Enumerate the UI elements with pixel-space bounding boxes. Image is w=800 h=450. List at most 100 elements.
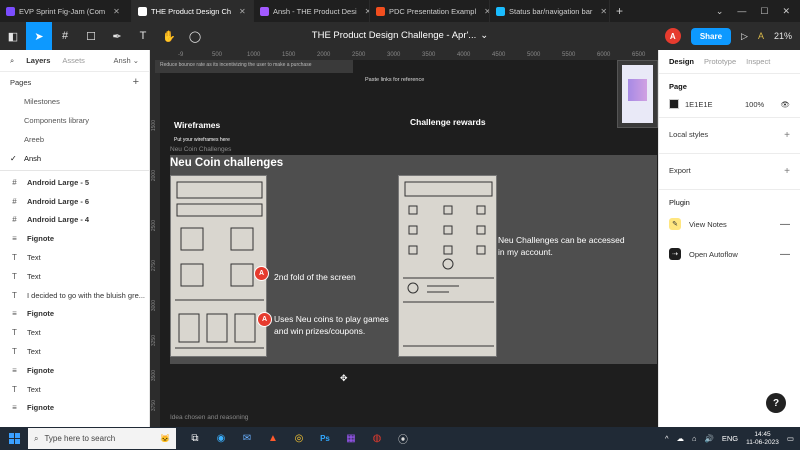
tab-prototype[interactable]: Prototype: [704, 57, 736, 66]
tab-search-icon[interactable]: ⌄: [716, 6, 724, 17]
wireframes-title[interactable]: Wireframes: [174, 120, 220, 130]
task-view-icon[interactable]: ⧉: [184, 429, 206, 448]
layer-row[interactable]: T Text: [0, 323, 149, 342]
add-page-button[interactable]: +: [133, 76, 139, 88]
language-indicator[interactable]: ENG: [722, 434, 738, 443]
app-icon[interactable]: ⦿: [392, 429, 414, 448]
browser-tab[interactable]: Ansh - THE Product Desi ✕: [254, 0, 370, 22]
add-export-button[interactable]: +: [784, 166, 790, 177]
photoshop-icon[interactable]: Ps: [314, 429, 336, 448]
volume-icon[interactable]: 🔊: [705, 434, 714, 443]
shape-tool-icon[interactable]: ☐: [78, 22, 104, 50]
text-tool-icon[interactable]: T: [130, 22, 156, 50]
opacity-value[interactable]: 100%: [745, 100, 764, 109]
plugin-item[interactable]: ✎ View Notes —: [659, 209, 800, 239]
annotation-text[interactable]: 2nd fold of the screen: [274, 271, 356, 283]
wireframes-subtitle[interactable]: Put your wireframes here: [174, 137, 230, 143]
tab-layers[interactable]: Layers: [26, 56, 50, 65]
layer-row[interactable]: T Text: [0, 248, 149, 267]
play-icon[interactable]: ▷: [741, 31, 748, 42]
paste-links-note[interactable]: Paste links for reference: [365, 77, 424, 83]
taskbar-search[interactable]: ⌕ Type here to search 🐱: [28, 428, 176, 449]
section-label[interactable]: Idea chosen and reasoning: [170, 414, 248, 421]
pen-tool-icon[interactable]: ✒: [104, 22, 130, 50]
annotation-marker[interactable]: A: [257, 312, 272, 327]
close-icon[interactable]: ✕: [600, 7, 607, 16]
layer-row[interactable]: TI decided to go with the bluish gre...: [0, 286, 149, 305]
remove-plugin-button[interactable]: —: [780, 249, 790, 260]
layer-row[interactable]: ≡ Fignote: [0, 399, 149, 418]
layer-row[interactable]: ≡ Fignote: [0, 229, 149, 248]
chrome-icon[interactable]: ◎: [288, 429, 310, 448]
minimize-icon[interactable]: —: [737, 6, 746, 17]
side-note[interactable]: Neu Challenges can be accessed in my acc…: [498, 234, 626, 258]
main-menu-icon[interactable]: ◧: [0, 22, 26, 50]
brave-icon[interactable]: ▲: [262, 429, 284, 448]
color-hex[interactable]: 1E1E1E: [685, 100, 725, 109]
figma-icon[interactable]: ▦: [340, 429, 362, 448]
page-item[interactable]: Components library: [0, 111, 149, 130]
neu-coin-frame[interactable]: Neu Coin challenges A 2nd fold of the sc…: [170, 155, 657, 364]
page-item-current[interactable]: ✓ Ansh: [0, 149, 149, 168]
tab-design[interactable]: Design: [669, 57, 694, 66]
clock[interactable]: 14:45 11-06-2023: [746, 431, 779, 447]
search-highlight-icon: 🐱: [160, 434, 170, 443]
page-item[interactable]: Milestones: [0, 92, 149, 111]
close-window-icon[interactable]: ✕: [782, 6, 790, 17]
wireframe-sketch[interactable]: [170, 175, 267, 357]
divider[interactable]: [0, 170, 149, 171]
mail-icon[interactable]: ✉: [236, 429, 258, 448]
tray-overflow-icon[interactable]: ^: [665, 434, 669, 443]
share-button[interactable]: Share: [690, 27, 732, 45]
layer-row[interactable]: # Android Large - 6: [0, 192, 149, 211]
remove-plugin-button[interactable]: —: [780, 219, 790, 230]
reference-thumbnail[interactable]: [617, 60, 658, 128]
search-icon[interactable]: ⌕: [10, 56, 14, 66]
page-switcher[interactable]: Ansh ⌄: [114, 56, 139, 65]
tab-assets[interactable]: Assets: [62, 56, 85, 65]
annotation-marker[interactable]: A: [254, 266, 269, 281]
add-style-button[interactable]: +: [784, 130, 790, 141]
browser-tab[interactable]: PDC Presentation Exampl ✕: [370, 0, 490, 22]
cloud-icon[interactable]: ☁: [676, 434, 684, 443]
frame-tool-icon[interactable]: #: [52, 22, 78, 50]
frame-label[interactable]: Neu Coin Challenges: [170, 146, 231, 153]
layer-row[interactable]: ≡ Fignote: [0, 305, 149, 324]
layer-row[interactable]: T Text: [0, 267, 149, 286]
browser-tab-active[interactable]: THE Product Design Ch ✕: [132, 0, 254, 22]
tab-inspect[interactable]: Inspect: [746, 57, 770, 66]
app-icon[interactable]: ◍: [366, 429, 388, 448]
font-icon[interactable]: A: [758, 31, 764, 41]
canvas[interactable]: -9 500 1000 1500 2000 2500 3000 3500 400…: [150, 50, 658, 427]
challenge-rewards-title[interactable]: Challenge rewards: [410, 117, 486, 127]
color-swatch[interactable]: [669, 99, 679, 109]
layer-row[interactable]: T Text: [0, 380, 149, 399]
new-tab-button[interactable]: +: [610, 4, 629, 18]
close-icon[interactable]: ✕: [239, 7, 246, 16]
annotation-text[interactable]: Uses Neu coins to play games and win pri…: [274, 313, 394, 337]
edge-icon[interactable]: ◉: [210, 429, 232, 448]
wireframe-sketch[interactable]: [398, 175, 497, 357]
page-item[interactable]: Areeb: [0, 130, 149, 149]
comment-tool-icon[interactable]: ◯: [182, 22, 208, 50]
layer-row[interactable]: # Android Large - 4: [0, 211, 149, 230]
hand-tool-icon[interactable]: ✋: [156, 22, 182, 50]
avatar[interactable]: A: [664, 28, 681, 44]
zoom-level[interactable]: 21%: [774, 31, 792, 41]
help-button[interactable]: ?: [766, 393, 786, 413]
network-icon[interactable]: ⌂: [692, 434, 697, 443]
windows-start-icon[interactable]: [0, 427, 28, 450]
layer-row[interactable]: # Android Large - 5: [0, 173, 149, 192]
close-icon[interactable]: ✕: [113, 7, 120, 16]
browser-tab[interactable]: EVP Sprint Fig-Jam (Com ✕: [0, 0, 132, 22]
sticky-note[interactable]: Reduce bounce rate as its incentivizing …: [155, 60, 353, 73]
plugin-item[interactable]: ⇢ Open Autoflow —: [659, 239, 800, 269]
layer-row[interactable]: T Text: [0, 342, 149, 361]
move-tool-icon[interactable]: ➤: [26, 22, 52, 50]
eye-icon[interactable]: 👁: [780, 100, 790, 109]
browser-tab[interactable]: Status bar/navigation bar ✕: [490, 0, 610, 22]
page-fill-row[interactable]: 1E1E1E 100% 👁: [669, 99, 790, 109]
maximize-icon[interactable]: ☐: [760, 6, 768, 17]
layer-row[interactable]: ≡ Fignote: [0, 361, 149, 380]
notifications-icon[interactable]: ▭: [787, 434, 794, 443]
